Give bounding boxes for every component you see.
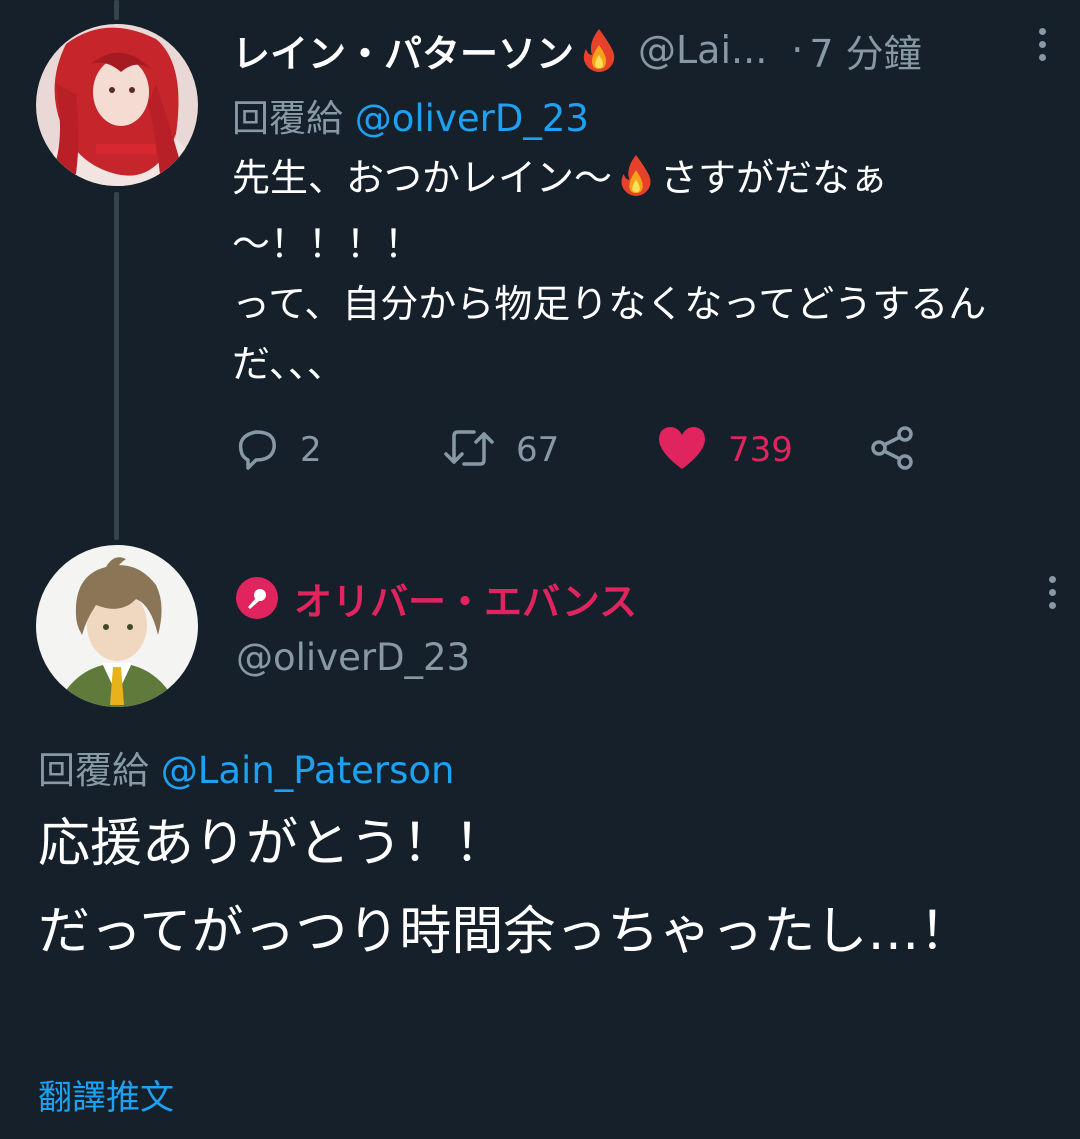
tweet-lain[interactable]: レイン・パターソン @Lai... · 7 分鐘 回覆給 @oliverD_23… — [232, 22, 1052, 394]
avatar-oliver[interactable] — [36, 545, 198, 707]
reply-mention-link[interactable]: @oliverD_23 — [355, 97, 589, 140]
microphone-badge-icon — [236, 577, 278, 619]
timestamp[interactable]: 7 分鐘 — [809, 23, 921, 78]
thread-line — [114, 192, 119, 540]
reply-prefix: 回覆給 — [38, 749, 149, 792]
fire-emoji-icon — [578, 27, 620, 73]
reply-icon — [232, 424, 280, 476]
tweet-actions: 2 67 739 — [232, 420, 932, 480]
separator-dot: · — [791, 28, 804, 72]
more-icon[interactable] — [1032, 28, 1052, 68]
reply-button[interactable]: 2 — [232, 420, 322, 480]
handle[interactable]: @Lai... — [638, 28, 767, 72]
retweet-button[interactable]: 67 — [442, 420, 559, 480]
reply-to-line: 回覆給 @oliverD_23 — [232, 88, 1052, 140]
display-name[interactable]: オリバー・エバンス — [294, 571, 637, 626]
share-icon — [868, 424, 916, 476]
tweet-text: 先生、おつかレイン〜 さすがだなぁ 〜！！！！ って、自分から物足りなくなってどう… — [232, 148, 1032, 394]
handle[interactable]: @oliverD_23 — [236, 636, 470, 679]
more-icon[interactable] — [1042, 576, 1062, 616]
like-count: 739 — [728, 430, 793, 470]
reply-mention-link[interactable]: @Lain_Paterson — [161, 749, 455, 792]
retweet-count: 67 — [516, 430, 560, 470]
thread-line-top — [114, 0, 119, 20]
tweet-text: 応援ありがとう！！ だってがっつり時間余っちゃったし…！ — [38, 814, 972, 962]
translate-tweet-link[interactable]: 翻譯推文 — [38, 1070, 174, 1119]
reply-count: 2 — [300, 430, 322, 470]
reply-prefix: 回覆給 — [232, 97, 343, 140]
heart-icon — [656, 425, 708, 475]
tweet-header: レイン・パターソン @Lai... · 7 分鐘 — [232, 22, 1052, 78]
like-button[interactable]: 739 — [656, 420, 793, 480]
fire-emoji-icon — [616, 153, 656, 214]
retweet-icon — [442, 424, 496, 476]
tweet-header-oliver: オリバー・エバンス — [236, 568, 1046, 628]
display-name[interactable]: レイン・パターソン — [232, 23, 574, 78]
avatar-lain[interactable] — [36, 24, 198, 186]
share-button[interactable] — [868, 420, 916, 480]
tweet-text-part1: 先生、おつかレイン〜 — [232, 156, 613, 200]
reply-to-line: 回覆給 @Lain_Paterson — [38, 740, 454, 794]
